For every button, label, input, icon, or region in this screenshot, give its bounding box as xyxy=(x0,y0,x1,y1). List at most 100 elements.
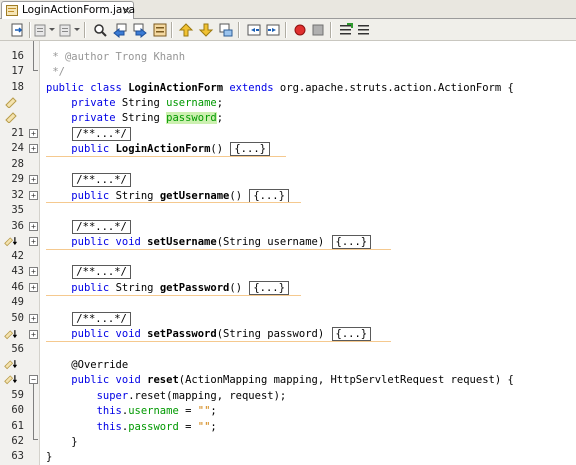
expand-fold-icon[interactable]: + xyxy=(29,175,38,184)
code-line: /**...*/ xyxy=(46,265,131,280)
line-number: 42 xyxy=(11,250,24,262)
forward-icon[interactable] xyxy=(57,22,73,38)
expand-fold-icon[interactable]: + xyxy=(29,222,38,231)
last-edit-icon[interactable] xyxy=(10,22,26,38)
java-file-icon xyxy=(6,5,18,16)
superclass: org.apache.struts.action.ActionForm { xyxy=(279,82,514,94)
collapsed-javadoc[interactable]: /**...*/ xyxy=(72,127,131,141)
expand-fold-icon[interactable]: + xyxy=(29,191,38,200)
field-name: password xyxy=(128,421,179,433)
keyword: public void xyxy=(71,374,148,386)
code-line: private String username; xyxy=(46,96,223,111)
collapsed-body[interactable]: {...} xyxy=(331,327,372,341)
tab-login-action-form[interactable]: LoginActionForm.java × xyxy=(1,1,135,19)
find-previous-icon[interactable] xyxy=(112,22,128,38)
collapsed-body[interactable]: {...} xyxy=(331,235,372,249)
expand-fold-icon[interactable]: + xyxy=(29,330,38,339)
code-line: /**...*/ xyxy=(46,220,131,235)
line-number: 60 xyxy=(11,404,24,416)
line-number: 21 xyxy=(11,127,24,139)
collapsed-body[interactable]: {...} xyxy=(249,281,289,295)
code-line: /**...*/ xyxy=(46,312,131,327)
back-icon[interactable] xyxy=(32,22,48,38)
toggle-bookmark-icon[interactable] xyxy=(218,22,234,38)
forward-dropdown-icon[interactable] xyxy=(74,28,80,31)
override-marker-icon[interactable] xyxy=(4,328,18,340)
override-marker-icon[interactable] xyxy=(4,373,18,385)
type: String xyxy=(121,97,167,109)
editor-toolbar xyxy=(0,19,576,41)
keyword: public xyxy=(71,282,116,294)
keyword: public void xyxy=(71,328,148,340)
expand-fold-icon[interactable]: + xyxy=(29,314,38,323)
keyword: public class xyxy=(46,82,129,94)
collapsed-javadoc[interactable]: /**...*/ xyxy=(72,265,131,279)
signature: () xyxy=(210,143,230,155)
line-number-gutter: 16 17 18 21 24 28 29 32 35 36 42 43 46 4… xyxy=(0,41,40,465)
comment-text: * @author Trong Khanh xyxy=(46,51,186,63)
close-tab-icon[interactable]: × xyxy=(122,2,131,19)
shift-right-icon[interactable] xyxy=(265,22,281,38)
keyword: public void xyxy=(71,236,148,248)
next-bookmark-icon[interactable] xyxy=(198,22,214,38)
fold-guide xyxy=(33,439,38,440)
type: String xyxy=(115,190,160,202)
method-name: setPassword xyxy=(147,328,217,340)
method-name: getUsername xyxy=(159,190,230,202)
editor-tab-strip: LoginActionForm.java × xyxy=(0,0,576,19)
collapsed-javadoc[interactable]: /**...*/ xyxy=(72,312,131,326)
code-line: public class LoginActionForm extends org… xyxy=(46,81,514,96)
toolbar-separator xyxy=(238,22,240,38)
collapsed-body[interactable]: {...} xyxy=(230,142,270,156)
find-selection-icon[interactable] xyxy=(92,22,108,38)
collapsed-javadoc[interactable]: /**...*/ xyxy=(72,220,131,234)
line-number: 18 xyxy=(11,81,24,93)
back-dropdown-icon[interactable] xyxy=(49,28,55,31)
expand-fold-icon[interactable]: + xyxy=(29,144,38,153)
code-line: public void setUsername(String username)… xyxy=(46,235,372,250)
collapsed-javadoc[interactable]: /**...*/ xyxy=(72,173,131,187)
override-marker-icon[interactable] xyxy=(4,358,18,370)
field-name: username xyxy=(166,97,217,109)
keyword: public xyxy=(71,190,116,202)
collapsed-body[interactable]: {...} xyxy=(249,189,289,203)
comment-text: */ xyxy=(46,66,65,78)
field-marker-icon[interactable] xyxy=(4,111,18,123)
method-name: getPassword xyxy=(159,282,230,294)
collapse-fold-icon[interactable]: − xyxy=(29,375,38,384)
expand-fold-icon[interactable]: + xyxy=(29,129,38,138)
code-area[interactable]: * @author Trong Khanh */ public class Lo… xyxy=(40,41,576,465)
line-number: 17 xyxy=(11,65,24,77)
method-name: setUsername xyxy=(147,236,217,248)
comment-icon[interactable] xyxy=(338,22,354,38)
line-number: 59 xyxy=(11,389,24,401)
uncomment-icon[interactable] xyxy=(356,22,372,38)
statement: .reset(mapping, request); xyxy=(128,390,287,402)
type: String xyxy=(121,112,167,124)
line-number: 56 xyxy=(11,343,24,355)
previous-bookmark-icon[interactable] xyxy=(178,22,194,38)
signature: (ActionMapping mapping, HttpServletReque… xyxy=(178,374,514,386)
expand-fold-icon[interactable]: + xyxy=(29,283,38,292)
method-separator xyxy=(46,295,301,296)
code-line: private String password; xyxy=(46,111,223,126)
record-macro-icon[interactable] xyxy=(292,22,308,38)
find-next-icon[interactable] xyxy=(132,22,148,38)
code-editor[interactable]: 16 17 18 21 24 28 29 32 35 36 42 43 46 4… xyxy=(0,41,576,465)
method-name: reset xyxy=(147,374,179,386)
field-marker-icon[interactable] xyxy=(4,96,18,108)
line-number: 16 xyxy=(11,50,24,62)
expand-fold-icon[interactable]: + xyxy=(29,237,38,246)
code-line: } xyxy=(46,450,52,465)
toolbar-separator xyxy=(29,22,31,38)
expand-fold-icon[interactable]: + xyxy=(29,267,38,276)
fold-guide xyxy=(33,41,34,70)
line-number: 24 xyxy=(11,142,24,154)
keyword: this xyxy=(96,421,122,433)
line-number: 49 xyxy=(11,296,24,308)
shift-left-icon[interactable] xyxy=(246,22,262,38)
toggle-highlight-icon[interactable] xyxy=(152,22,168,38)
line-number: 62 xyxy=(11,435,24,447)
stop-macro-icon[interactable] xyxy=(310,22,326,38)
override-marker-icon[interactable] xyxy=(4,235,18,247)
